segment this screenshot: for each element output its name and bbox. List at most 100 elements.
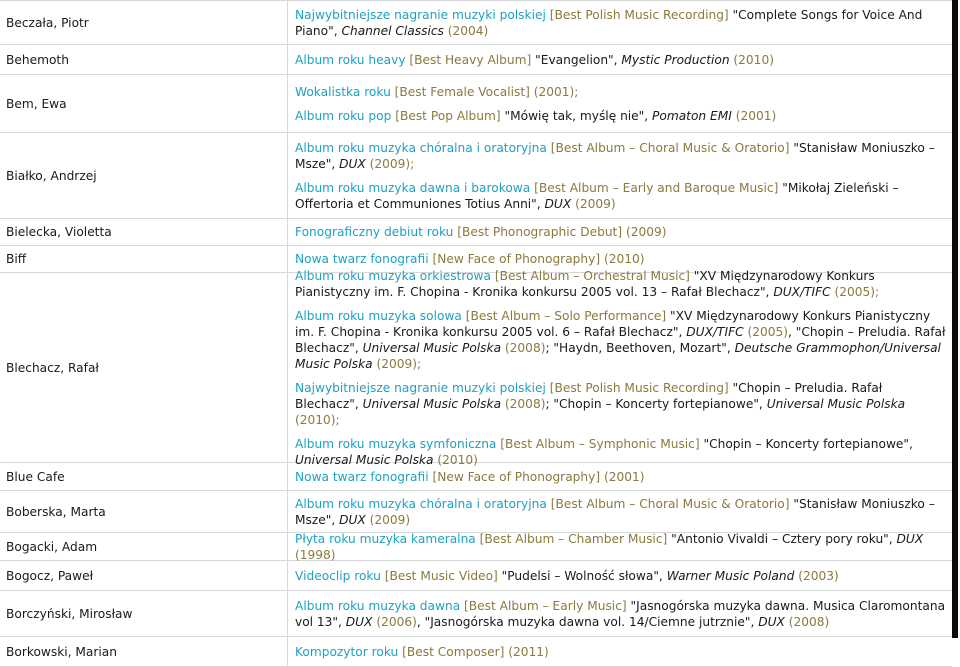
table-row: Borkowski, Marian Kompozytor roku [Best C… [0,637,952,667]
award-english-name: [Best Album – Orchestral Music] [490,268,690,283]
award-category: Najwybitniejsze nagranie muzyki polskiej [295,7,546,22]
table-row: Boberska, Marta Album roku muzyka chóraln… [0,491,952,533]
award-entry: Album roku pop [Best Pop Album] "Mówię t… [295,108,946,124]
award-entry: Nowa twarz fonografii [New Face of Phono… [295,251,946,267]
award-year: (2001) [731,108,777,123]
award-english-name: [Best Female Vocalist] (2001); [390,84,579,99]
table-row: Blechacz, Rafał Album roku muzyka orkiest… [0,269,952,467]
award-english-name: [Best Album – Solo Performance] [461,308,667,323]
award-year: (1998) [295,547,336,562]
right-edge-bar [952,0,958,638]
award-year: (2004) [443,23,489,38]
record-label: Universal Music Polska [362,340,502,355]
artist-name: Bogocz, Paweł [0,561,288,590]
awards-cell: Fonograficzny debiut roku [Best Phonogra… [288,219,952,245]
award-category: Album roku pop [295,108,392,123]
award-english-name: [Best Composer] (2011) [398,644,549,659]
award-entry: Album roku muzyka solowa [Best Album – S… [295,308,946,372]
award-english-name: [Best Album – Chamber Music] [475,531,668,546]
record-label: DUX/TIFC [773,284,831,299]
record-label: DUX [896,531,924,546]
award-category: Najwybitniejsze nagranie muzyki polskiej [295,380,546,395]
artist-name: Borczyński, Mirosław [0,591,288,636]
album-title: ; "Haydn, Beethoven, Mozart", [545,340,735,355]
awards-cell: Wokalistka roku [Best Female Vocalist] (… [288,75,952,132]
award-entry: Album roku muzyka dawna [Best Album – Ea… [295,598,946,630]
artist-name: Behemoth [0,45,288,74]
album-title: "Chopin – Koncerty fortepianowe", [699,436,913,451]
award-english-name: [Best Polish Music Recording] [545,380,729,395]
award-year: (2005); [830,284,880,299]
award-entry: Wokalistka roku [Best Female Vocalist] (… [295,84,946,100]
award-entry: Videoclip roku [Best Music Video] "Pudel… [295,568,946,584]
awards-cell: Płyta roku muzyka kameralna [Best Album … [288,531,952,562]
artist-name: Blechacz, Rafał [0,273,288,462]
discography-table: Beczała, Piotr Najwybitniejsze nagranie m… [0,0,952,667]
award-year: (2009) [571,196,616,211]
award-category: Album roku muzyka dawna i barokowa [295,180,531,195]
award-year: (2010); [295,412,340,427]
award-entry: Nowa twarz fonografii [New Face of Phono… [295,469,946,485]
record-label: DUX [544,196,572,211]
award-entry: Fonograficzny debiut roku [Best Phonogra… [295,224,946,240]
award-entry: Album roku muzyka dawna i barokowa [Best… [295,180,946,212]
award-entry: Album roku heavy [Best Heavy Album] "Eva… [295,52,946,68]
table-row: Behemoth Album roku heavy [Best Heavy Alb… [0,45,952,75]
award-category: Nowa twarz fonografii [295,252,429,266]
awards-cell: Kompozytor roku [Best Composer] (2011) [288,637,952,666]
table-row: Bogocz, Paweł Videoclip roku [Best Music … [0,561,952,591]
award-english-name: [Best Phonographic Debut] (2009) [453,225,667,239]
artist-name: Bogacki, Adam [0,533,288,560]
award-category: Album roku muzyka chóralna i oratoryjna [295,140,547,155]
award-category: Album roku muzyka solowa [295,308,462,323]
award-category: Videoclip roku [295,568,381,583]
award-year: (2008) [784,614,830,629]
awards-cell: Album roku muzyka chóralna i oratoryjna … [288,491,952,532]
record-label: Universal Music Polska [766,396,906,411]
award-year: (2009) [365,512,411,527]
record-label: DUX [758,614,785,629]
award-year: (2008) [501,340,546,355]
award-english-name: [Best Album – Choral Music & Oratorio] [546,496,790,511]
album-title: "Mówię tak, myślę nie", [500,108,653,123]
record-label: Warner Music Poland [666,568,795,583]
record-label: DUX/TIFC [686,324,744,339]
artist-name: Biff [0,246,288,272]
award-category: Wokalistka roku [295,84,391,99]
award-english-name: [Best Album – Symphonic Music] [496,436,700,451]
award-entry: Najwybitniejsze nagranie muzyki polskiej… [295,380,946,428]
award-english-name: [New Face of Phonography] (2001) [428,469,645,484]
award-english-name: [Best Polish Music Recording] [545,7,729,22]
album-title: "Evangelion", [531,52,622,67]
record-label: Pomaton EMI [652,108,732,123]
album-title: , "Jasnogórska muzyka dawna vol. 14/Ciem… [416,614,759,629]
artist-name: Bem, Ewa [0,75,288,132]
award-entry: Kompozytor roku [Best Composer] (2011) [295,644,946,660]
award-entry: Najwybitniejsze nagranie muzyki polskiej… [295,7,946,39]
artist-name: Boberska, Marta [0,491,288,532]
record-label: DUX [339,512,366,527]
award-category: Album roku muzyka orkiestrowa [295,268,491,283]
award-english-name: [Best Pop Album] [391,108,501,123]
table-row: Bem, Ewa Wokalistka roku [Best Female Voc… [0,75,952,133]
awards-cell: Najwybitniejsze nagranie muzyki polskiej… [288,1,952,44]
record-label: Universal Music Polska [362,396,502,411]
award-category: Album roku muzyka chóralna i oratoryjna [295,496,547,511]
table-row: Blue Cafe Nowa twarz fonografii [New Face… [0,463,952,491]
table-row: Beczała, Piotr Najwybitniejsze nagranie m… [0,1,952,45]
record-label: Mystic Production [621,52,730,67]
awards-cell: Album roku muzyka chóralna i oratoryjna … [288,133,952,218]
table-row: Białko, Andrzej Album roku muzyka chóraln… [0,133,952,219]
awards-cell: Videoclip roku [Best Music Video] "Pudel… [288,561,952,590]
award-english-name: [Best Album – Early and Baroque Music] [530,180,779,195]
award-year: (2010) [729,52,774,67]
award-year: (2008) [501,396,546,411]
table-row: Bogacki, Adam Płyta roku muzyka kameralna… [0,531,952,562]
album-title: "Antonio Vivaldi – Cztery pory roku", [667,531,897,546]
award-english-name: [New Face of Phonography] (2010) [428,252,645,266]
award-year: (2009); [372,356,422,371]
award-category: Płyta roku muzyka kameralna [295,531,476,546]
table-row: Bielecka, Violetta Fonograficzny debiut r… [0,219,952,246]
awards-cell: Album roku muzyka dawna [Best Album – Ea… [288,591,952,636]
record-label: DUX [345,614,373,629]
